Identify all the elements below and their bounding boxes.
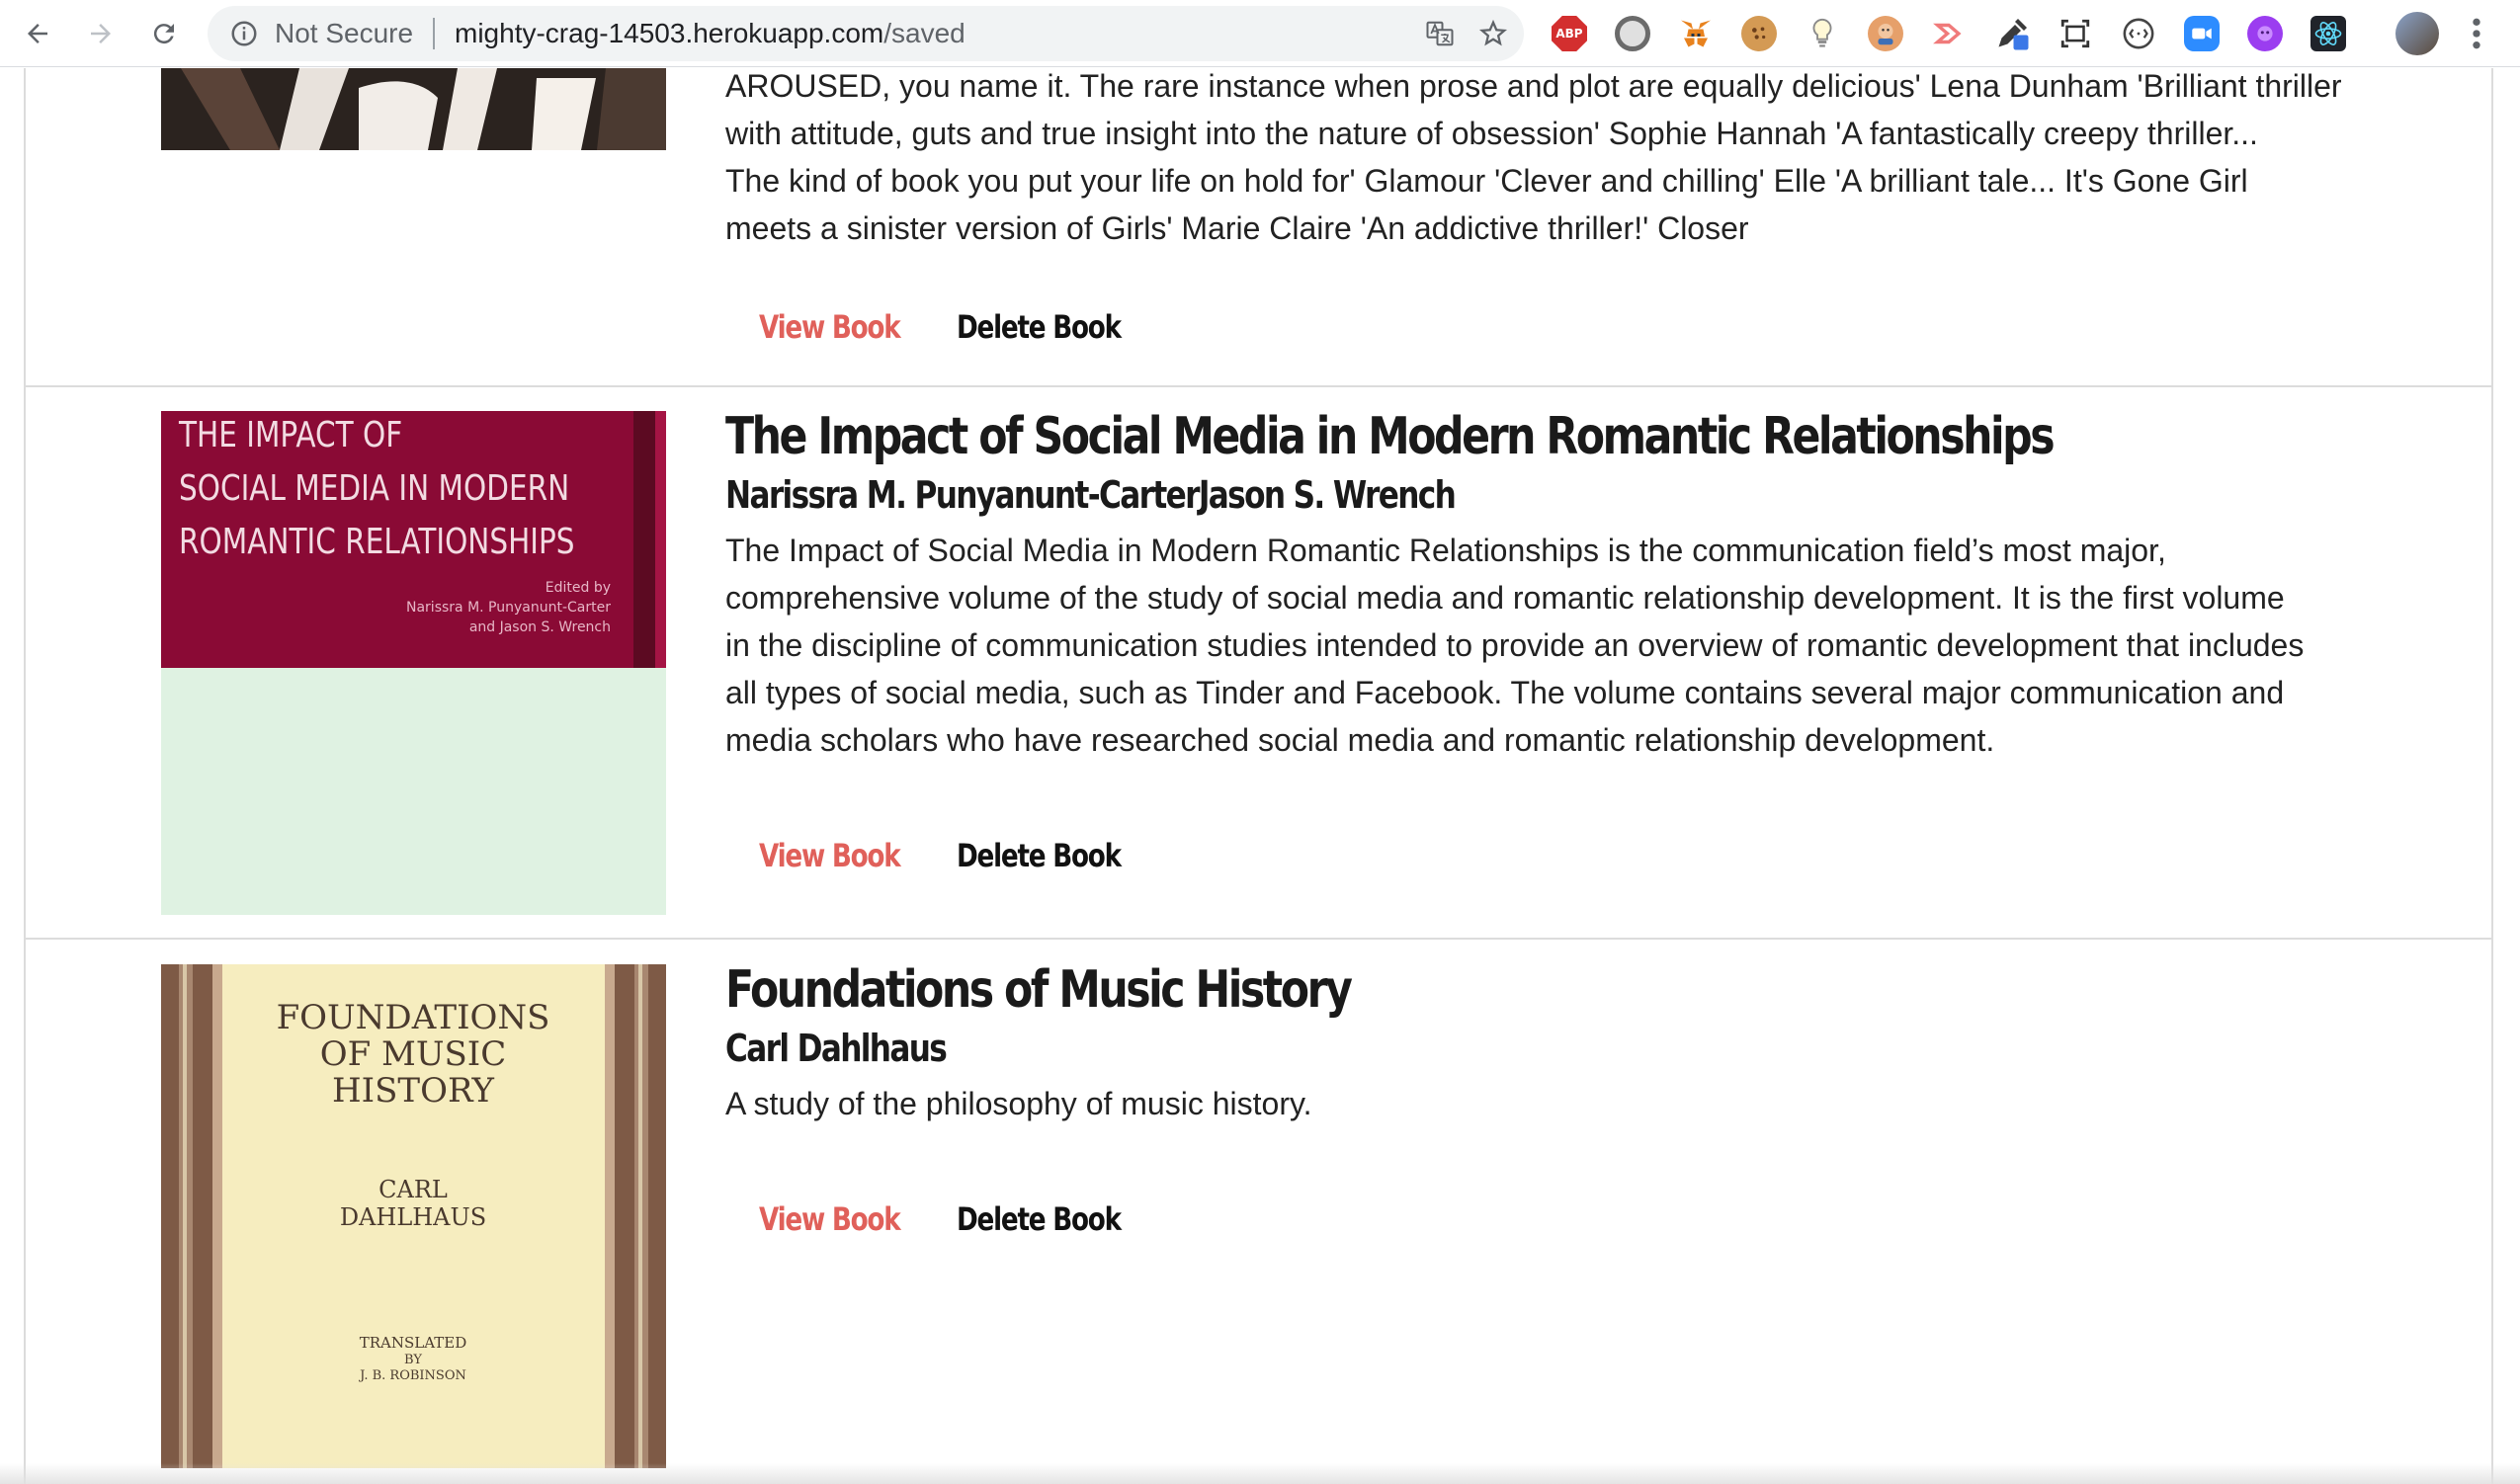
extension-icon[interactable]: [1868, 16, 1903, 51]
extension-icon[interactable]: [1615, 16, 1650, 51]
extension-icon[interactable]: [1931, 16, 1967, 51]
description-line: The kind of book you put your life on ho…: [725, 163, 2248, 199]
adblock-label: ABP: [1555, 27, 1583, 41]
info-icon[interactable]: [229, 19, 259, 48]
list-border-right: [2491, 68, 2493, 1484]
saved-books-page: AROUSED, you name it. The rare instance …: [0, 68, 2520, 1484]
extension-icon[interactable]: [2247, 16, 2283, 51]
security-label: Not Secure: [275, 18, 414, 48]
cover-title-line: FOUNDATIONS: [277, 998, 550, 1037]
description-line: with attitude, guts and true insight int…: [725, 116, 2258, 151]
zoom-icon[interactable]: [2184, 16, 2220, 51]
book-description: AROUSED, you name it. The rare instance …: [725, 68, 2356, 252]
menu-icon[interactable]: [2465, 14, 2488, 53]
book-actions: View Book Delete Book: [759, 308, 1156, 346]
description-line: comprehensive volume of the study of soc…: [725, 580, 2285, 616]
url-host: mighty-crag-14503.herokuapp.com: [455, 18, 884, 48]
description-line: AROUSED, you name it. The rare instance …: [725, 68, 2342, 104]
cover-editor-text: Narissra M. Punyanunt-Carter: [406, 600, 611, 616]
forward-icon[interactable]: [77, 10, 125, 57]
translate-icon[interactable]: [1425, 19, 1455, 48]
cover-editor-text: and Jason S. Wrench: [469, 619, 611, 635]
cover-title-line: ROMANTIC RELATIONSHIPS: [179, 520, 574, 562]
cover-translator-line: TRANSLATED: [360, 1334, 467, 1352]
delete-book-button[interactable]: Delete Book: [957, 1200, 1122, 1238]
lightbulb-icon[interactable]: [1805, 16, 1840, 51]
divider: [25, 385, 2492, 387]
book-title: Foundations of Music History: [725, 960, 1353, 1020]
description-line: media scholars who have researched socia…: [725, 722, 1995, 758]
list-border-left: [24, 68, 26, 1484]
description-line: all types of social media, such as Tinde…: [725, 675, 2285, 710]
description-line: in the discipline of communication studi…: [725, 627, 2305, 663]
book-author: Carl Dahlhaus: [725, 1027, 948, 1070]
book-actions: View Book Delete Book: [759, 1200, 1156, 1238]
view-book-button[interactable]: View Book: [759, 837, 921, 874]
book-description: A study of the philosophy of music histo…: [725, 1080, 2356, 1127]
book-details: Foundations of Music History Carl Dahlha…: [725, 959, 2356, 1127]
adblock-icon[interactable]: ABP: [1552, 16, 1587, 51]
url-path: /saved: [883, 18, 966, 48]
book-author: Narissra M. Punyanunt-CarterJason S. Wre…: [725, 473, 1457, 517]
view-book-button[interactable]: View Book: [759, 1200, 921, 1238]
eyedropper-icon[interactable]: [1994, 16, 2030, 51]
view-book-button[interactable]: View Book: [759, 308, 921, 346]
url-text[interactable]: mighty-crag-14503.herokuapp.com/saved: [455, 19, 966, 48]
screenshot-icon[interactable]: [2058, 16, 2093, 51]
book-cover-image[interactable]: THE IMPACT OF SOCIAL MEDIA IN MODERN ROM…: [161, 411, 666, 915]
book-description: The Impact of Social Media in Modern Rom…: [725, 527, 2356, 764]
profile-avatar[interactable]: [2395, 12, 2439, 55]
description-line: The Impact of Social Media in Modern Rom…: [725, 533, 2166, 568]
cover-author-line: DAHLHAUS: [340, 1203, 486, 1231]
cover-title-line: THE IMPACT OF: [178, 413, 402, 455]
back-icon[interactable]: [14, 10, 61, 57]
cover-translator-line: J. B. ROBINSON: [358, 1368, 466, 1383]
book-details: The Impact of Social Media in Modern Rom…: [725, 406, 2356, 764]
address-bar[interactable]: Not Secure mighty-crag-14503.herokuapp.c…: [208, 6, 1524, 61]
description-line: meets a sinister version of Girls' Marie…: [725, 210, 1749, 246]
divider: [25, 938, 2492, 940]
description-line: A study of the philosophy of music histo…: [725, 1086, 1312, 1121]
delete-book-button[interactable]: Delete Book: [957, 837, 1122, 874]
bottom-shadow: [0, 1463, 2520, 1484]
cover-author-line: CARL: [378, 1176, 448, 1203]
extension-icon[interactable]: [2121, 16, 2156, 51]
divider: [433, 18, 435, 49]
react-devtools-icon[interactable]: [2310, 16, 2346, 51]
cover-editor-text: Edited by: [546, 580, 611, 596]
browser-toolbar: Not Secure mighty-crag-14503.herokuapp.c…: [0, 0, 2520, 67]
delete-book-button[interactable]: Delete Book: [957, 308, 1122, 346]
cookie-icon[interactable]: [1741, 16, 1777, 51]
cover-translator-line: BY: [404, 1353, 422, 1367]
book-title: The Impact of Social Media in Modern Rom…: [725, 407, 2056, 466]
cover-title-line: SOCIAL MEDIA IN MODERN: [179, 466, 569, 509]
bookmark-star-icon[interactable]: [1478, 19, 1508, 48]
metamask-icon[interactable]: [1678, 16, 1714, 51]
cover-title-line: HISTORY: [332, 1071, 494, 1111]
reload-icon[interactable]: [140, 10, 188, 57]
book-cover-image[interactable]: [161, 68, 666, 150]
book-actions: View Book Delete Book: [759, 837, 1156, 874]
cover-title-line: OF MUSIC: [320, 1034, 506, 1074]
book-cover-image[interactable]: FOUNDATIONS OF MUSIC HISTORY CARL DAHLHA…: [161, 964, 666, 1468]
book-details: AROUSED, you name it. The rare instance …: [725, 68, 2356, 252]
